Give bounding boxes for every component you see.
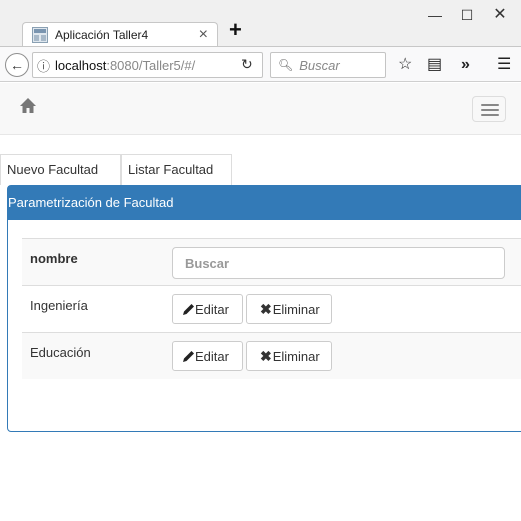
tab-listar-facultad[interactable]: Listar Facultad	[121, 154, 232, 185]
app-navbar	[0, 83, 521, 135]
back-arrow-icon[interactable]: ←	[5, 53, 29, 77]
minimize-icon[interactable]: —	[424, 4, 446, 26]
table-header-row: nombre	[22, 238, 521, 285]
reading-list-icon[interactable]: ▤	[427, 56, 442, 74]
table-row: Ingeniería Editar ✖ Eliminar	[22, 285, 521, 332]
browser-titlebar: Aplicación Taller4 × + — ☐ ✕	[0, 0, 521, 47]
browser-search-bar[interactable]: 🔍︎ Buscar	[270, 52, 386, 78]
search-icon: 🔍︎	[278, 58, 294, 72]
delete-button[interactable]: ✖ Eliminar	[246, 341, 332, 371]
url-path: :8080/Taller5/#/	[106, 57, 196, 73]
remove-icon: ✖	[260, 347, 272, 364]
url-bar[interactable]: ⓘ localhost :8080/Taller5/#/	[32, 52, 263, 78]
browser-toolbar: ← ⓘ localhost :8080/Taller5/#/ ↻ 🔍︎ Busc…	[0, 46, 521, 82]
edit-label: Editar	[195, 301, 229, 317]
reload-icon[interactable]: ↻	[241, 56, 253, 73]
row-nombre: Educación	[30, 345, 91, 360]
new-tab-icon[interactable]: +	[229, 17, 242, 43]
pencil-icon	[183, 350, 194, 362]
browser-tab[interactable]: Aplicación Taller4 ×	[22, 22, 218, 47]
panel-title: Parametrización de Facultad	[8, 195, 174, 210]
delete-label: Eliminar	[272, 301, 320, 317]
tab-nuevo-facultad[interactable]: Nuevo Facultad	[0, 154, 121, 185]
edit-button[interactable]: Editar	[172, 341, 243, 371]
pencil-icon	[183, 303, 194, 315]
table-row: Educación Editar ✖ Eliminar	[22, 332, 521, 379]
edit-label: Editar	[195, 348, 229, 364]
row-nombre: Ingeniería	[30, 298, 88, 313]
maximize-icon[interactable]: ☐	[456, 4, 478, 26]
column-header-nombre: nombre	[30, 251, 78, 266]
facultad-panel: Parametrización de Facultad nombre Ingen…	[7, 185, 521, 432]
browser-menu-icon[interactable]: ☰	[497, 56, 511, 74]
remove-icon: ✖	[260, 300, 272, 317]
browser-search-placeholder: Buscar	[299, 57, 340, 73]
home-icon[interactable]	[19, 97, 37, 115]
url-host: localhost	[55, 57, 107, 73]
page-favicon-icon	[32, 27, 48, 43]
close-tab-icon[interactable]: ×	[199, 25, 208, 45]
delete-label: Eliminar	[272, 348, 320, 364]
delete-button[interactable]: ✖ Eliminar	[246, 294, 332, 324]
panel-heading: Parametrización de Facultad	[8, 186, 521, 220]
edit-button[interactable]: Editar	[172, 294, 243, 324]
browser-tab-title: Aplicación Taller4	[55, 28, 149, 42]
hamburger-menu-icon[interactable]	[472, 96, 506, 122]
overflow-chevrons-icon[interactable]: »	[461, 56, 470, 74]
bookmark-star-icon[interactable]: ☆	[398, 56, 412, 74]
site-info-icon[interactable]: ⓘ	[37, 56, 50, 75]
window-close-icon[interactable]: ✕	[489, 4, 511, 26]
search-input[interactable]	[172, 247, 505, 279]
